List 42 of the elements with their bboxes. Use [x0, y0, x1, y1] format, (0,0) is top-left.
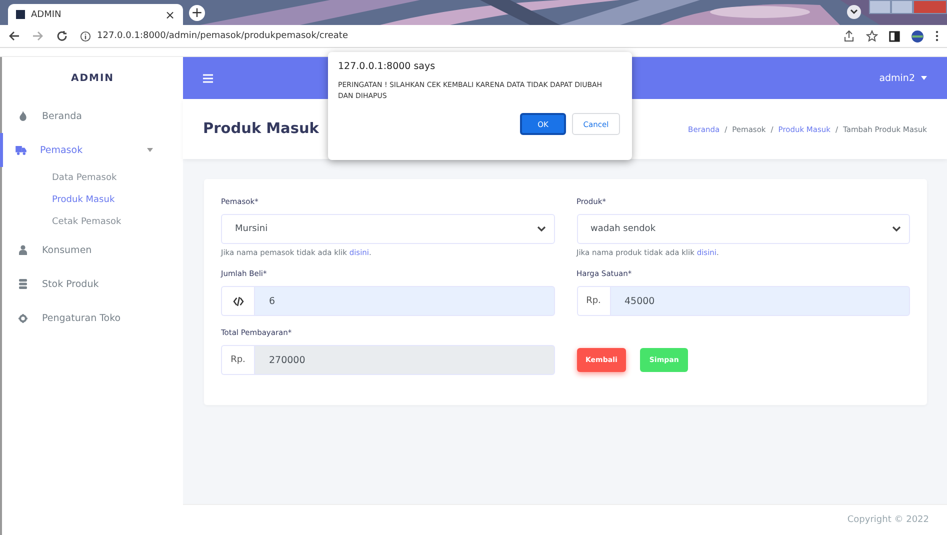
truck-icon	[15, 146, 27, 154]
address-field[interactable]: 127.0.0.1:8000/admin/pemasok/produkpemasok/create	[97, 31, 831, 41]
info-icon[interactable]	[80, 30, 91, 42]
menu-icon[interactable]	[203, 74, 213, 82]
chevron-down-icon	[850, 9, 858, 15]
user-menu[interactable]: admin2	[879, 72, 927, 84]
currency-prefix: Rp.	[576, 286, 610, 316]
sidebar-item[interactable]: Konsumen	[2, 233, 183, 267]
submenu-item[interactable]: Produk Masuk	[2, 189, 183, 211]
app-icon	[16, 10, 25, 19]
share-icon[interactable]	[843, 30, 855, 42]
close-icon[interactable]: ×	[164, 8, 175, 20]
database-icon	[17, 279, 29, 289]
code-icon	[221, 286, 254, 316]
tab-title: ADMIN	[31, 10, 62, 20]
chevron-down-icon	[892, 226, 901, 232]
chevron-down-icon	[536, 226, 546, 232]
sidebar-item[interactable]: Pengaturan Toko	[2, 301, 183, 335]
window-controls-drawing[interactable]	[869, 0, 947, 14]
submenu-item[interactable]: Cetak Pemasok	[2, 211, 183, 233]
dialog-title: 127.0.0.1:8000 says	[338, 61, 436, 72]
back-icon[interactable]	[8, 30, 20, 42]
input-field[interactable]: 45000	[610, 286, 910, 316]
sidebar-item[interactable]: Stok Produk	[2, 267, 183, 301]
footer-text: Copyright © 2022	[183, 504, 947, 535]
browser-tab[interactable]: ADMIN ×	[8, 4, 183, 25]
reload-icon[interactable]	[56, 30, 68, 42]
user-icon	[17, 245, 29, 255]
select-field[interactable]: Mursini	[221, 214, 554, 244]
select-field[interactable]: wadah sendok	[576, 214, 910, 244]
side-panel-icon[interactable]	[889, 30, 900, 42]
page-title: Produk Masuk	[203, 121, 319, 137]
sidebar-item[interactable]: Beranda	[2, 99, 183, 133]
caret-icon	[921, 76, 927, 80]
star-icon[interactable]	[866, 30, 878, 42]
more-icon[interactable]	[935, 30, 939, 42]
currency-prefix: Rp.	[221, 345, 254, 375]
submenu-item[interactable]: Data Pemasok	[2, 167, 183, 189]
input-field[interactable]: 6	[254, 286, 554, 316]
profile-icon[interactable]	[911, 30, 924, 42]
settings-icon	[17, 314, 29, 322]
sidebar-brand: ADMIN	[70, 72, 116, 86]
